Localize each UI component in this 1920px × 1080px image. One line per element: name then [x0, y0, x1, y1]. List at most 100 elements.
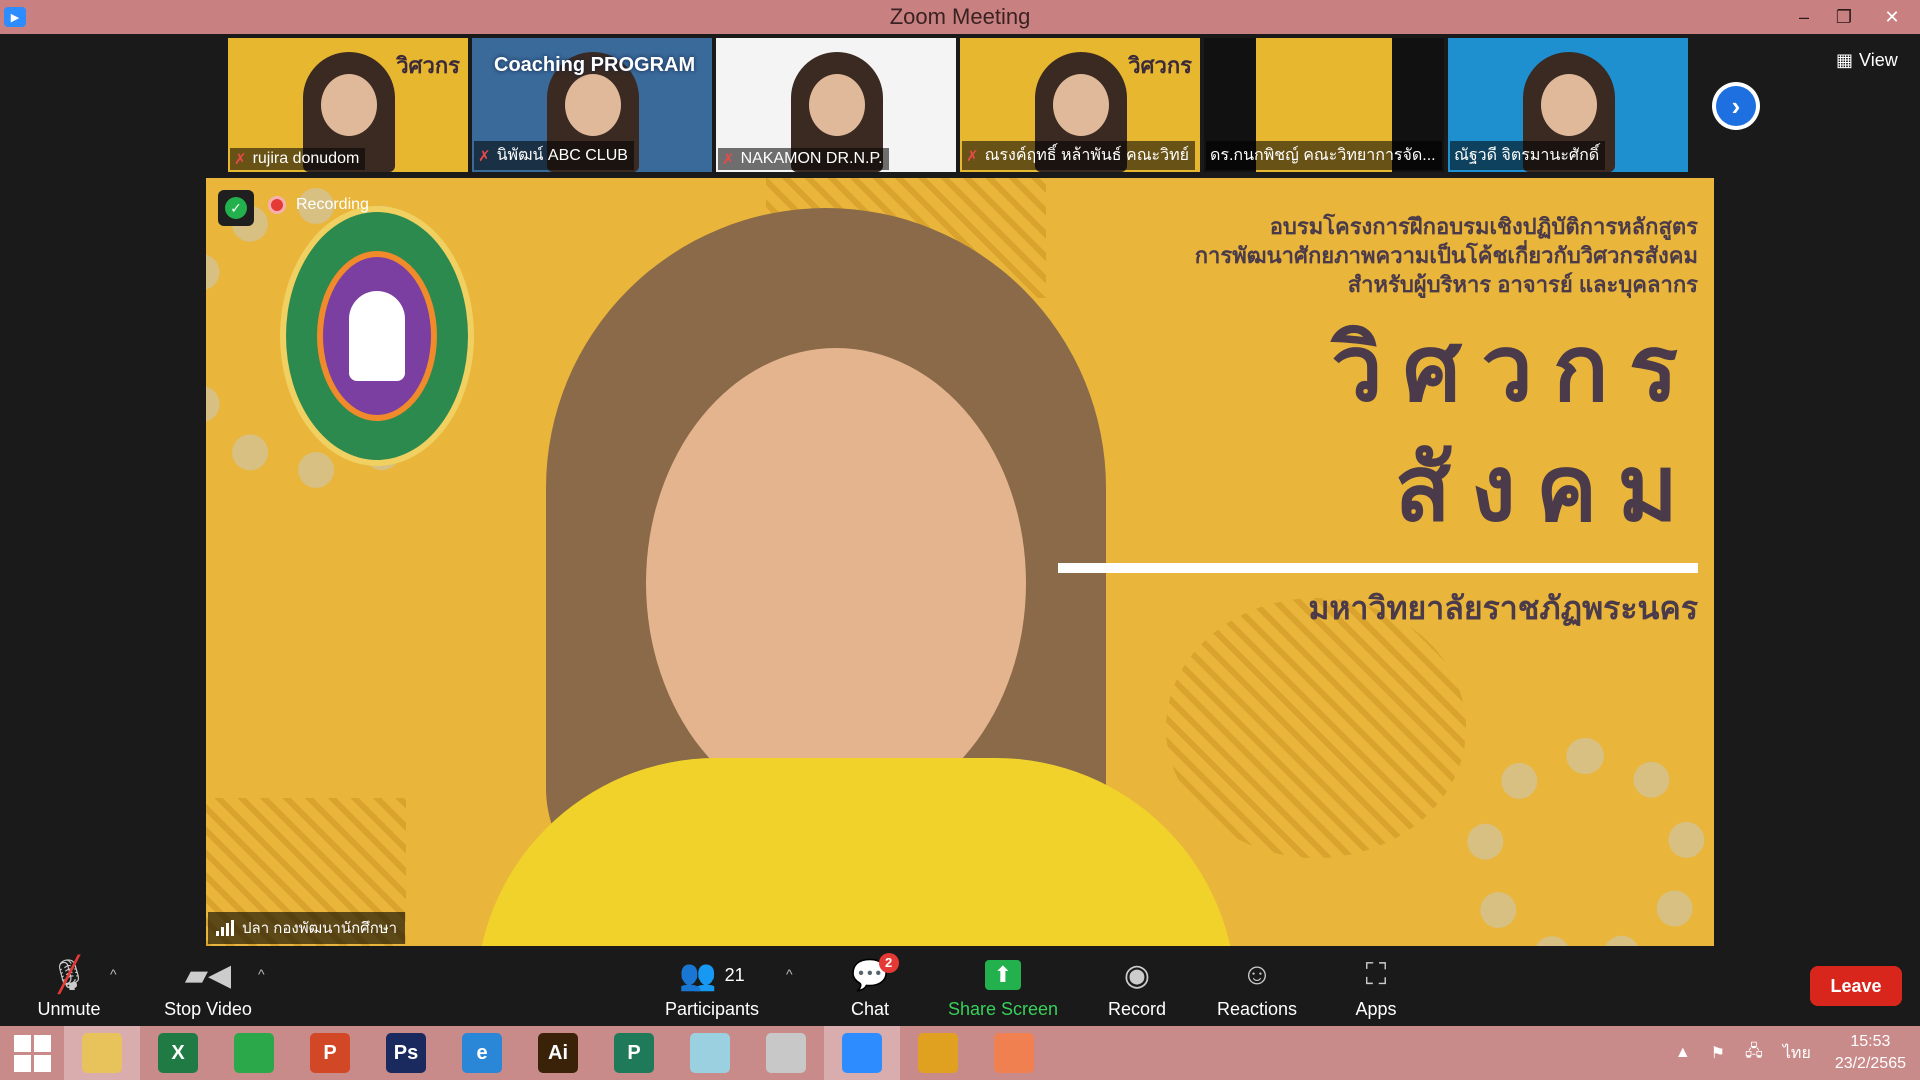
security-badge[interactable]: ✓ — [218, 190, 254, 226]
active-speaker-video: อบรมโครงการฝึกอบรมเชิงปฏิบัติการหลักสูตร… — [206, 178, 1714, 946]
participant-thumbnail[interactable]: Coaching PROGRAM ✗ นิพัฒน์ ABC CLUB — [472, 38, 712, 172]
gear-decoration — [1466, 738, 1706, 946]
language-indicator[interactable]: ไทย — [1773, 1041, 1821, 1066]
participant-name: ✗ rujira donudom — [230, 148, 366, 170]
participant-thumbnail[interactable]: ดร.กนกพิชญ์ คณะวิทยาการจัด... — [1204, 38, 1444, 172]
next-page-button[interactable]: › — [1712, 82, 1760, 130]
participant-name: ✗ ณรงค์ฤทธิ์ หล้าพันธ์ คณะวิทย์ — [962, 141, 1196, 170]
speaker-name-tag: ปลา กองพัฒนานักศึกษา — [208, 912, 406, 944]
system-tray: ▲ ⚑ 🖧 ไทย 15:53 23/2/2565 — [1665, 1026, 1920, 1080]
taskbar-app-chrome[interactable] — [900, 1026, 976, 1080]
poster-university: มหาวิทยาลัยราชภัฏพระนคร — [1308, 590, 1698, 626]
minimize-button[interactable]: – — [1784, 0, 1824, 34]
chevron-right-icon: › — [1716, 86, 1756, 126]
tray-expand-icon[interactable]: ▲ — [1665, 1044, 1701, 1062]
video-options-caret[interactable]: ^ — [258, 966, 265, 982]
zoom-icon — [842, 1033, 882, 1073]
taskbar-app-notes[interactable] — [672, 1026, 748, 1080]
apps-icon: ⛶ — [1365, 958, 1387, 991]
illustrator-icon: Ai — [538, 1033, 578, 1073]
window-titlebar: ▶ Zoom Meeting – ❐ ✕ — [0, 0, 1920, 34]
publisher-icon: P — [614, 1033, 654, 1073]
mic-muted-icon: ✗ — [722, 151, 735, 168]
participants-count: 21 — [724, 964, 745, 985]
apps-label: Apps — [1355, 999, 1397, 1019]
view-label: View — [1859, 49, 1898, 70]
flag-icon[interactable]: ⚑ — [1701, 1043, 1735, 1063]
restore-button[interactable]: ❐ — [1824, 0, 1864, 34]
store-icon — [234, 1033, 274, 1073]
video-camera-icon: ▰◀ — [184, 958, 232, 992]
mic-muted-icon: ✗ — [478, 147, 491, 165]
thumb-coaching-text: Coaching PROGRAM — [494, 54, 696, 76]
participant-thumbnail[interactable]: วิศวกร ✗ ณรงค์ฤทธิ์ หล้าพันธ์ คณะวิทย์ — [960, 38, 1200, 172]
network-icon[interactable]: 🖧 — [1735, 1040, 1773, 1067]
background-poster: อบรมโครงการฝึกอบรมเชิงปฏิบัติการหลักสูตร… — [1058, 212, 1698, 634]
university-seal — [280, 206, 474, 466]
taskbar-app-internet-explorer[interactable]: e — [444, 1026, 520, 1080]
meeting-stage: วิศวกร ✗ rujira donudom Coaching PROGRAM … — [0, 34, 1920, 948]
unmute-label: Unmute — [37, 999, 101, 1019]
mic-muted-icon: ✗ — [234, 151, 247, 168]
share-screen-button[interactable]: ⬆ Share Screen — [946, 948, 1060, 1026]
participant-name: ณัฐวดี จิตรมานะศักดิ์ — [1450, 141, 1606, 170]
participant-name: ดร.กนกพิชญ์ คณะวิทยาการจัด... — [1206, 141, 1442, 170]
participants-icon: 👥 21 — [679, 958, 745, 992]
taskbar-app-photoshop[interactable]: Ps — [368, 1026, 444, 1080]
taskbar-app-illustrator[interactable]: Ai — [520, 1026, 596, 1080]
participants-label: Participants — [664, 999, 760, 1019]
zoom-icon: ▶ — [4, 7, 26, 27]
poster-title: สังคม — [1394, 438, 1698, 540]
participant-name: ✗ นิพัฒน์ ABC CLUB — [474, 141, 634, 170]
shield-check-icon: ✓ — [225, 197, 247, 219]
speaker-name: ปลา กองพัฒนานักศึกษา — [242, 920, 398, 937]
participants-options-caret[interactable]: ^ — [786, 966, 793, 982]
share-screen-label: Share Screen — [947, 999, 1059, 1019]
unmute-button[interactable]: 🎙 ╱ Unmute — [28, 948, 110, 1026]
stop-video-button[interactable]: ▰◀ Stop Video — [160, 948, 256, 1026]
close-button[interactable]: ✕ — [1864, 0, 1920, 34]
mic-muted-icon: ✗ — [966, 147, 979, 165]
window-controls: – ❐ ✕ — [1784, 0, 1920, 34]
thumb-brand: วิศวกร — [396, 53, 460, 78]
record-button[interactable]: ◉ Record — [1104, 948, 1170, 1026]
recording-indicator[interactable]: Recording — [268, 196, 369, 214]
taskbar-app-powerpoint[interactable]: P — [292, 1026, 368, 1080]
view-button[interactable]: ▦ View — [1826, 44, 1908, 76]
notes-icon — [690, 1033, 730, 1073]
taskbar-app-file-explorer[interactable] — [64, 1026, 140, 1080]
participant-thumbnail[interactable]: วิศวกร ✗ rujira donudom — [228, 38, 468, 172]
photoshop-icon: Ps — [386, 1033, 426, 1073]
window-title: Zoom Meeting — [889, 4, 1031, 29]
apps-button[interactable]: ⛶ Apps — [1350, 948, 1402, 1026]
clock[interactable]: 15:53 23/2/2565 — [1821, 1031, 1920, 1075]
poster-divider — [1058, 563, 1698, 573]
taskbar-app-excel[interactable]: X — [140, 1026, 216, 1080]
audio-options-caret[interactable]: ^ — [110, 966, 117, 982]
start-button[interactable] — [0, 1026, 64, 1080]
grid-icon: ▦ — [1836, 49, 1854, 70]
windows-logo-icon — [13, 1034, 51, 1072]
chat-button[interactable]: 💬 2 Chat — [840, 948, 900, 1026]
meeting-toolbar: 🎙 ╱ Unmute ^ ▰◀ Stop Video ^ 👥 21 Particip… — [0, 948, 1920, 1026]
record-label: Record — [1107, 999, 1167, 1019]
taskbar-app-store[interactable] — [216, 1026, 292, 1080]
powerpoint-icon: P — [310, 1033, 350, 1073]
file-explorer-icon — [82, 1033, 122, 1073]
taskbar-app-photoscape[interactable] — [748, 1026, 824, 1080]
share-screen-icon: ⬆ — [985, 955, 1021, 995]
participant-thumbnail[interactable]: ณัฐวดี จิตรมานะศักดิ์ — [1448, 38, 1688, 172]
signal-strength-icon — [216, 920, 234, 936]
taskbar-app-zoom[interactable] — [824, 1026, 900, 1080]
participants-button[interactable]: 👥 21 Participants — [660, 948, 764, 1026]
recording-label: Recording — [296, 196, 369, 213]
taskbar-app-photos[interactable] — [976, 1026, 1052, 1080]
record-icon: ◉ — [1123, 958, 1151, 992]
leave-button[interactable]: Leave — [1810, 966, 1902, 1006]
participant-thumbnail[interactable]: ✗ NAKAMON DR.N.P. — [716, 38, 956, 172]
stop-video-label: Stop Video — [164, 999, 252, 1019]
chat-bubble-icon: 💬 2 — [851, 953, 899, 995]
reactions-button[interactable]: ☺ Reactions — [1214, 948, 1300, 1026]
smiley-icon: ☺ — [1241, 958, 1273, 991]
taskbar-app-publisher[interactable]: P — [596, 1026, 672, 1080]
